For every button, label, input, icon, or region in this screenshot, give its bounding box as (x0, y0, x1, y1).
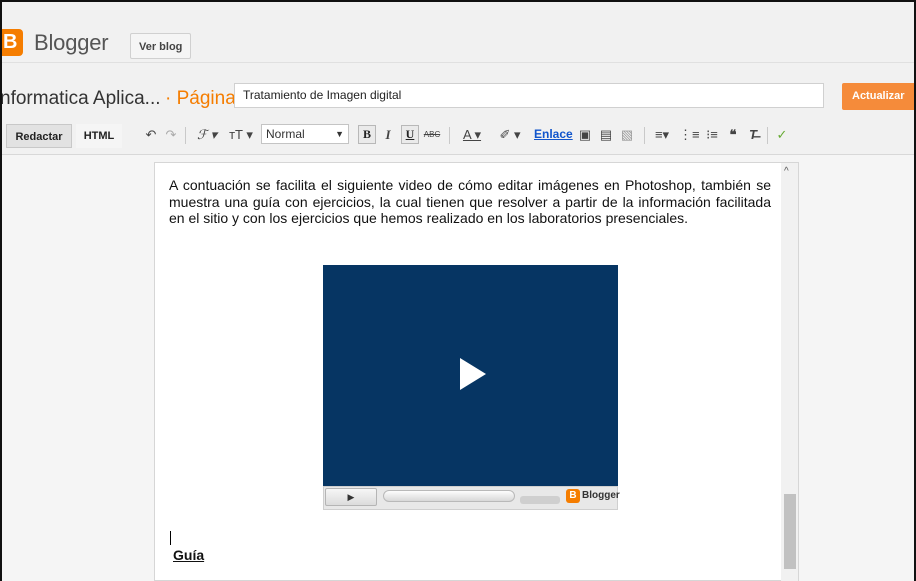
underline-button[interactable]: U (401, 125, 419, 144)
undo-icon[interactable]: ↶ (143, 124, 159, 146)
video-play-button[interactable]: ▶ (325, 488, 377, 506)
video-icon[interactable]: ▤ (597, 124, 615, 146)
page-type-label: · Página (165, 88, 236, 109)
view-blog-button[interactable]: Ver blog (130, 33, 192, 59)
scrollbar-thumb[interactable] (784, 494, 796, 569)
compose-mode-button[interactable]: Redactar (6, 124, 72, 148)
image-icon[interactable]: ▣ (576, 124, 594, 146)
text-size-icon[interactable]: ᴛT ▾ (225, 124, 257, 146)
bulleted-list-icon[interactable]: ⁝≡ (703, 124, 721, 146)
intro-paragraph: A contuación se facilita el siguiente vi… (169, 177, 771, 226)
video-blogger-label: Blogger (582, 490, 620, 501)
brand-name[interactable]: Blogger (34, 30, 109, 56)
video-blogger-logo-icon: B (566, 489, 580, 503)
window-border-top (0, 0, 916, 2)
toolbar-divider (449, 127, 450, 144)
scroll-up-icon[interactable]: ^ (784, 166, 789, 177)
page-title-input[interactable]: Tratamiento de Imagen digital (234, 83, 824, 108)
align-icon[interactable]: ≡▾ (651, 124, 673, 146)
jump-break-icon[interactable]: ▧ (618, 124, 636, 146)
clear-format-icon[interactable]: T̶ (745, 124, 761, 146)
toolbar-divider (767, 127, 768, 144)
html-mode-button[interactable]: HTML (76, 124, 122, 148)
quote-icon[interactable]: ❝ (725, 124, 741, 146)
spellcheck-icon[interactable]: ✓ (773, 124, 791, 146)
italic-button[interactable]: I (381, 124, 395, 146)
text-cursor (170, 531, 171, 545)
redo-icon[interactable]: ↷ (163, 124, 179, 146)
text-color-icon[interactable]: A ▾ (455, 124, 489, 146)
video-volume-slider[interactable] (520, 496, 560, 504)
format-select[interactable]: Normal ▼ (261, 124, 349, 144)
blog-name[interactable]: nformatica Aplica... (0, 88, 161, 110)
blogger-logo-icon[interactable]: B (0, 29, 23, 56)
toolbar-divider (185, 127, 186, 144)
play-icon[interactable] (460, 358, 486, 390)
link-button[interactable]: Enlace (534, 127, 573, 141)
video-progress-bar[interactable] (383, 490, 515, 502)
bold-button[interactable]: B (358, 125, 376, 144)
font-family-icon[interactable]: ℱ ▾ (192, 124, 222, 146)
window-border-left (0, 0, 2, 581)
strikethrough-button[interactable]: ABC (421, 124, 443, 146)
update-button[interactable]: Actualizar (842, 83, 916, 110)
toolbar-divider (644, 127, 645, 144)
numbered-list-icon[interactable]: ⋮≡ (679, 124, 700, 146)
highlight-color-icon[interactable]: ✐ ▾ (493, 124, 527, 146)
guide-heading[interactable]: Guía (173, 547, 204, 563)
